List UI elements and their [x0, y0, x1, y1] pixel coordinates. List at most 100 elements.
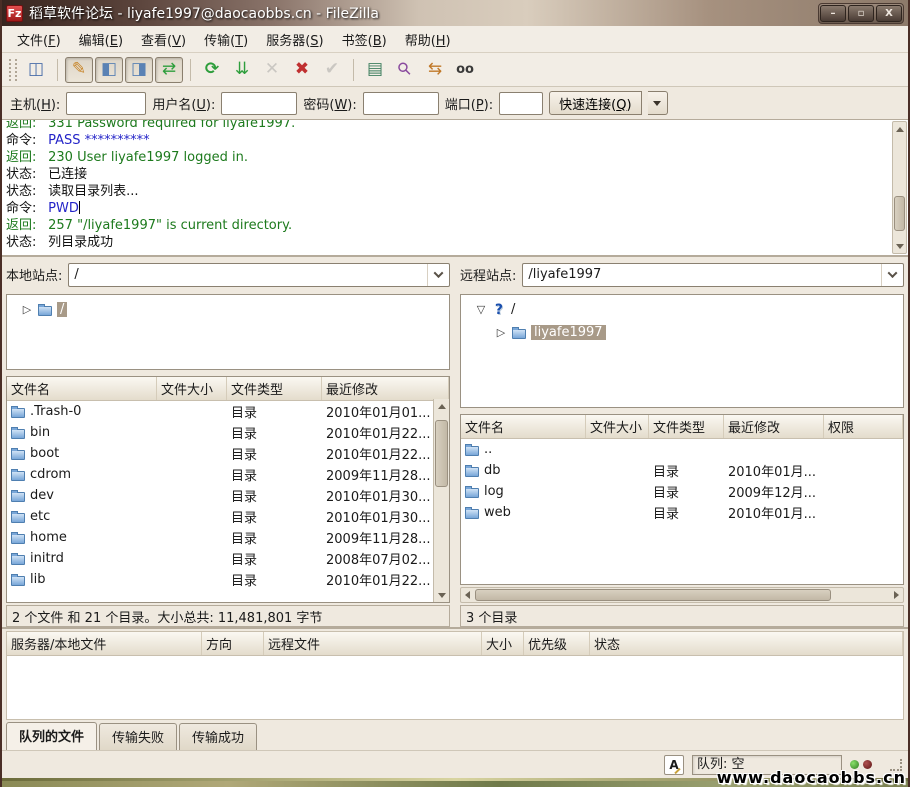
scroll-down-icon[interactable] [893, 239, 906, 253]
table-row[interactable]: home目录2009年11月28... [7, 527, 449, 548]
tab-successful-transfers[interactable]: 传输成功 [179, 723, 257, 750]
log-line: 返回: 257 "/liyafe1997" is current directo… [6, 217, 906, 234]
expander-icon[interactable]: ▷ [495, 326, 507, 339]
expander-open-icon[interactable]: ▽ [475, 303, 487, 316]
queue-col-remote[interactable]: 远程文件 [264, 632, 482, 655]
column-header-modified[interactable]: 最近修改 [322, 377, 449, 400]
menu-bar: 文件(F) 编辑(E) 查看(V) 传输(T) 服务器(S) 书签(B) 帮助(… [2, 26, 908, 53]
scroll-right-icon[interactable] [889, 588, 903, 602]
local-file-list: 文件名 文件大小 文件类型 最近修改 .Trash-0目录2010年01月01.… [6, 376, 450, 603]
column-header-size[interactable]: 文件大小 [586, 415, 649, 438]
expander-icon[interactable]: ▷ [21, 303, 33, 316]
menu-server[interactable]: 服务器(S) [257, 26, 332, 53]
local-site-combo[interactable]: / [68, 263, 450, 287]
remote-tree-root[interactable]: ▽ ? / [463, 298, 901, 321]
process-queue-button[interactable]: ⇊ [228, 57, 256, 83]
scrollbar-thumb[interactable] [435, 420, 448, 487]
folder-icon [11, 450, 25, 460]
menu-view[interactable]: 查看(V) [132, 26, 195, 53]
table-row[interactable]: dev目录2010年01月30... [7, 485, 449, 506]
scroll-down-icon[interactable] [434, 588, 449, 602]
menu-transfer[interactable]: 传输(T) [195, 26, 257, 53]
transfer-type-indicator-icon[interactable]: A [664, 755, 684, 775]
quickconnect-button[interactable]: 快速连接(Q) [549, 91, 641, 115]
table-row[interactable]: etc目录2010年01月30... [7, 506, 449, 527]
maximize-button[interactable]: ▫ [848, 5, 874, 22]
local-tree-icon: ◧ [101, 61, 117, 78]
column-header-size[interactable]: 文件大小 [157, 377, 227, 400]
menu-file[interactable]: 文件(F) [8, 26, 70, 53]
queue-col-direction[interactable]: 方向 [202, 632, 264, 655]
remote-h-scrollbar[interactable] [460, 587, 904, 603]
scroll-up-icon[interactable] [434, 399, 449, 413]
remote-tree-item[interactable]: ▷ liyafe1997 [463, 321, 901, 344]
column-header-name[interactable]: 文件名 [461, 415, 586, 438]
refresh-button[interactable]: ⟳ [198, 57, 226, 83]
table-row[interactable]: lib目录2010年01月22... [7, 569, 449, 590]
local-tree-root[interactable]: ▷ / [9, 298, 447, 321]
port-input[interactable] [499, 92, 543, 115]
toolbar-separator [353, 59, 354, 81]
toolbar-grip[interactable] [9, 59, 17, 81]
transfer-queue-panel: 服务器/本地文件 方向 远程文件 大小 优先级 状态 队列的文件 传输失败 传输… [2, 627, 908, 750]
main-split: 本地站点: / ▷ / 文件名 文件大小 文件类型 最近 [2, 257, 908, 627]
site-manager-button[interactable]: ◫ [22, 57, 50, 83]
table-row[interactable]: boot目录2010年01月22... [7, 443, 449, 464]
queue-col-size[interactable]: 大小 [482, 632, 524, 655]
minimize-button[interactable]: – [820, 5, 846, 22]
directory-compare-button[interactable]: ⚲ [391, 57, 419, 83]
table-row[interactable]: log目录2009年12月... [461, 481, 903, 502]
binoculars-icon: oo [456, 63, 474, 76]
caret-down-icon [653, 101, 661, 106]
password-input[interactable] [363, 92, 439, 115]
local-list-scrollbar[interactable] [433, 399, 449, 602]
combo-dropdown-button[interactable] [881, 264, 903, 286]
column-header-type[interactable]: 文件类型 [227, 377, 322, 400]
log-line: 命令: PASS ********** [6, 132, 906, 149]
table-row[interactable]: .. [461, 439, 903, 460]
close-button[interactable]: X [876, 5, 902, 22]
folder-icon [11, 555, 25, 565]
scroll-left-icon[interactable] [461, 588, 475, 602]
queue-col-server-local[interactable]: 服务器/本地文件 [7, 632, 202, 655]
column-header-type[interactable]: 文件类型 [649, 415, 724, 438]
queue-col-status[interactable]: 状态 [590, 632, 903, 655]
folder-icon [465, 467, 479, 477]
filter-button[interactable]: ▤ [361, 57, 389, 83]
column-header-modified[interactable]: 最近修改 [724, 415, 824, 438]
message-log-toggle-button[interactable]: ✎ [65, 57, 93, 83]
table-row[interactable]: web目录2010年01月... [461, 502, 903, 523]
menu-bookmarks[interactable]: 书签(B) [333, 26, 396, 53]
queue-view-toggle-button[interactable]: ⇄ [155, 57, 183, 83]
menu-edit[interactable]: 编辑(E) [70, 26, 132, 53]
log-scrollbar[interactable] [892, 121, 907, 254]
table-row[interactable]: cdrom目录2009年11月28... [7, 464, 449, 485]
process-queue-icon: ⇊ [235, 61, 249, 78]
find-files-button[interactable]: oo [451, 57, 479, 83]
remote-site-combo[interactable]: /liyafe1997 [522, 263, 904, 287]
scrollbar-thumb[interactable] [894, 196, 905, 231]
username-input[interactable] [221, 92, 297, 115]
table-row[interactable]: bin目录2010年01月22... [7, 422, 449, 443]
folder-icon [11, 408, 25, 418]
scroll-up-icon[interactable] [893, 122, 906, 136]
tab-failed-transfers[interactable]: 传输失败 [99, 723, 177, 750]
host-input[interactable] [66, 92, 146, 115]
disconnect-button[interactable]: ✖ [288, 57, 316, 83]
local-tree-toggle-button[interactable]: ◧ [95, 57, 123, 83]
column-header-name[interactable]: 文件名 [7, 377, 157, 400]
folder-icon [11, 576, 25, 586]
synchronized-browsing-button[interactable]: ⇆ [421, 57, 449, 83]
queue-body [6, 656, 904, 720]
column-header-permissions[interactable]: 权限 [824, 415, 903, 438]
menu-help[interactable]: 帮助(H) [396, 26, 460, 53]
table-row[interactable]: initrd目录2008年07月02... [7, 548, 449, 569]
queue-col-priority[interactable]: 优先级 [524, 632, 590, 655]
table-row[interactable]: db目录2010年01月... [461, 460, 903, 481]
scrollbar-thumb[interactable] [475, 589, 831, 601]
tab-queued-files[interactable]: 队列的文件 [6, 722, 97, 750]
remote-tree-toggle-button[interactable]: ◨ [125, 57, 153, 83]
quickconnect-dropdown-button[interactable] [648, 91, 668, 115]
table-row[interactable]: .Trash-0目录2010年01月01... [7, 401, 449, 422]
combo-dropdown-button[interactable] [427, 264, 449, 286]
